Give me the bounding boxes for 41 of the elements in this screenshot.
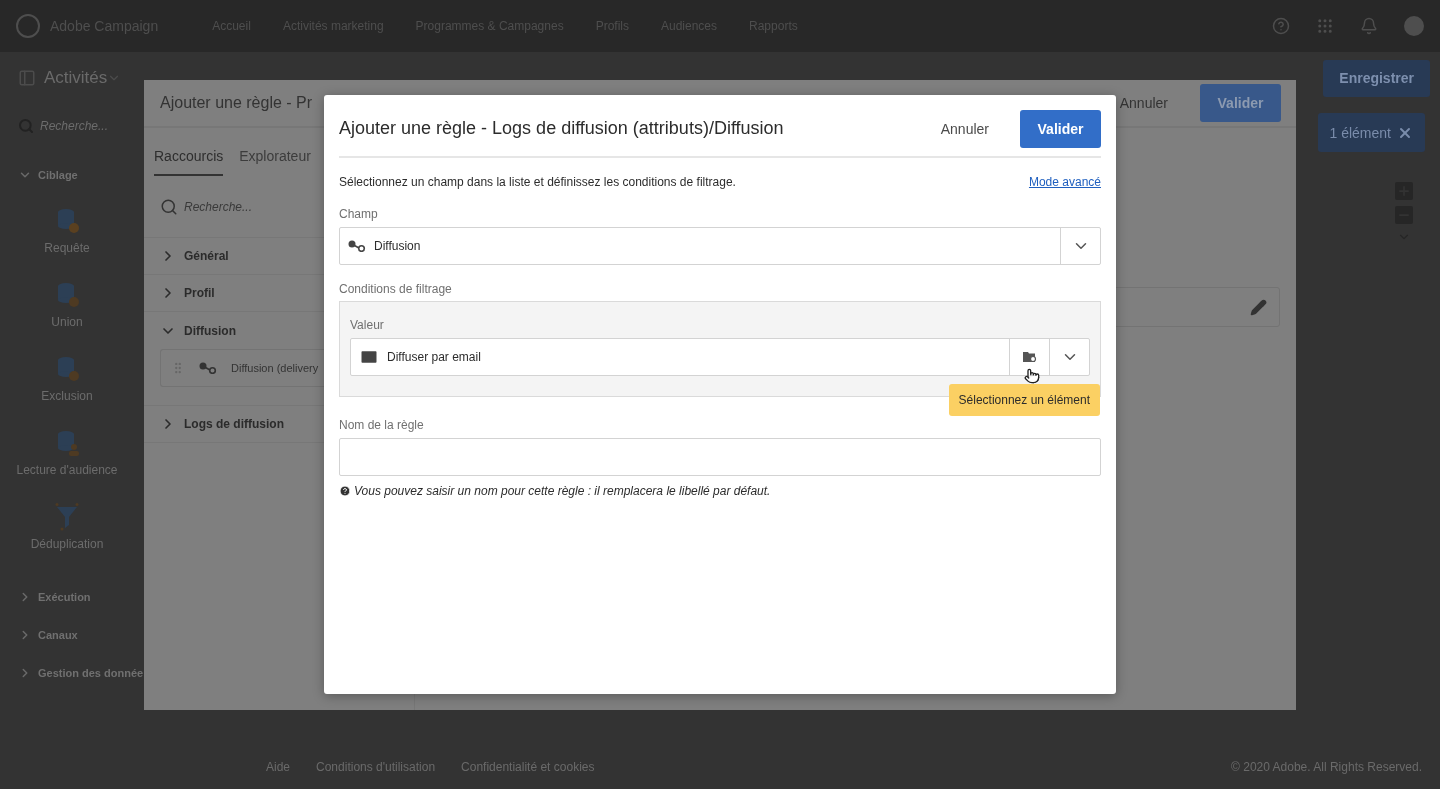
dialog-title: Ajouter une règle - Logs de diffusion (attributs)/Diffusion	[339, 118, 784, 139]
pointer-icon	[1024, 368, 1040, 384]
category-header[interactable]: Canaux	[18, 616, 144, 654]
hint-text: Vous pouvez saisir un nom pour cette règle : il remplacera le libellé par défaut.	[354, 484, 771, 498]
validate-button[interactable]: Valider	[1020, 109, 1101, 148]
bell-icon[interactable]	[1360, 17, 1378, 35]
activity-tile[interactable]: Requête	[0, 194, 134, 268]
field-label: Valeur	[350, 318, 385, 332]
activity-tile[interactable]: Déduplication	[0, 490, 134, 564]
logo-icon	[16, 14, 40, 38]
activity-tile[interactable]: Lecture d'audience	[0, 416, 134, 490]
selection-chip[interactable]: 1 élément	[1317, 113, 1425, 152]
folder-search-icon[interactable]	[1022, 351, 1037, 363]
tab[interactable]: Raccourcis	[154, 146, 224, 176]
activity-tile[interactable]: Exclusion	[0, 342, 134, 416]
value-select[interactable]: Diffuser par email	[350, 338, 1090, 376]
field-select[interactable]: Diffusion	[339, 227, 1101, 265]
category-header[interactable]: Exécution	[18, 578, 144, 616]
funnel-icon	[54, 503, 80, 531]
category-header[interactable]: Gestion des donnée	[18, 654, 144, 692]
save-button[interactable]: Enregistrer	[1323, 59, 1430, 97]
link-icon	[348, 240, 366, 252]
search-icon	[160, 197, 178, 216]
category-header[interactable]: Ciblage	[18, 156, 144, 194]
cancel-button[interactable]: Annuler	[934, 119, 995, 138]
search-field[interactable]: Recherche...	[18, 114, 144, 138]
tooltip: Sélectionnez un élément	[948, 384, 1100, 416]
field-label: Champ	[339, 207, 379, 221]
validate-button[interactable]: Valider	[1200, 84, 1281, 122]
help-icon[interactable]	[1272, 17, 1290, 35]
pencil-icon[interactable]	[1250, 298, 1267, 316]
cancel-button[interactable]: Annuler	[1113, 94, 1174, 112]
help-icon	[339, 485, 351, 497]
panel-icon[interactable]	[18, 69, 36, 87]
rule-name-field[interactable]	[339, 438, 1101, 476]
dialog-title: Ajouter une règle - Pr	[160, 94, 313, 112]
avatar[interactable]	[1404, 16, 1424, 36]
advanced-mode-link[interactable]: Mode avancé	[1028, 175, 1101, 189]
apps-grid-icon[interactable]	[1316, 17, 1334, 35]
tab[interactable]: Explorateur	[239, 146, 311, 176]
link-icon	[199, 362, 217, 374]
